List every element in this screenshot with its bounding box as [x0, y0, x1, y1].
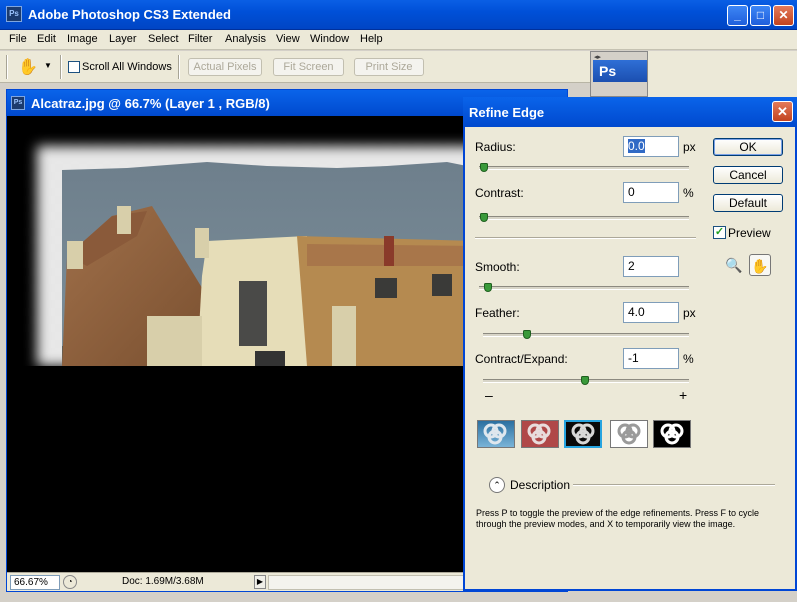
status-menu-arrow-icon[interactable]: ▶	[254, 575, 266, 589]
scroll-all-windows-label: Scroll All Windows	[82, 61, 172, 73]
menu-edit[interactable]: Edit	[37, 33, 56, 45]
description-divider	[573, 484, 775, 486]
feather-slider-thumb[interactable]	[523, 330, 531, 339]
tool-preset-dropdown-icon[interactable]: ▼	[44, 61, 52, 70]
radius-label: Radius:	[475, 140, 516, 154]
radius-slider-track[interactable]	[479, 166, 689, 170]
description-label: Description	[510, 478, 571, 492]
menu-filter[interactable]: Filter	[188, 33, 212, 45]
menu-image[interactable]: Image	[67, 33, 98, 45]
menu-select[interactable]: Select	[148, 33, 179, 45]
close-button[interactable]: ✕	[773, 5, 794, 26]
contrast-field[interactable]: 0	[623, 182, 679, 203]
radius-slider-thumb[interactable]	[480, 163, 488, 172]
feather-field[interactable]: 4.0	[623, 302, 679, 323]
smooth-label: Smooth:	[475, 260, 520, 274]
maximize-button[interactable]: □	[750, 5, 771, 26]
contract-expand-slider-thumb[interactable]	[581, 376, 589, 385]
smooth-slider-thumb[interactable]	[484, 283, 492, 292]
panel-ps-tab[interactable]: Ps	[593, 60, 647, 82]
status-options-icon[interactable]: ◔	[63, 575, 77, 589]
menu-view[interactable]: View	[276, 33, 300, 45]
app-titlebar: Ps Adobe Photoshop CS3 Extended _ □ ✕	[0, 0, 797, 30]
divider	[178, 55, 180, 79]
minimize-button[interactable]: _	[727, 5, 748, 26]
menu-bar: File Edit Image Layer Select Filter Anal…	[0, 30, 797, 50]
feather-slider-track[interactable]	[483, 333, 689, 337]
photoshop-icon: Ps	[6, 6, 22, 22]
actual-pixels-button[interactable]: Actual Pixels	[188, 58, 262, 76]
dialog-title: Refine Edge	[469, 105, 545, 120]
menu-layer[interactable]: Layer	[109, 33, 137, 45]
refine-edge-dialog: Refine Edge ✕ Radius: 0.0 px Contrast: 0…	[463, 97, 797, 591]
minus-label: –	[485, 387, 493, 403]
plus-label: +	[679, 387, 688, 403]
smooth-slider-track[interactable]	[479, 286, 689, 290]
zoom-tool-icon[interactable]: 🔍	[723, 254, 745, 276]
contract-expand-unit: %	[683, 352, 694, 366]
hand-tool-icon[interactable]: ✋	[749, 254, 771, 276]
menu-window[interactable]: Window	[310, 33, 349, 45]
section-divider	[475, 237, 696, 239]
contract-expand-field[interactable]: -1	[623, 348, 679, 369]
preview-checkbox[interactable]: ✓	[713, 226, 726, 239]
radius-unit: px	[683, 140, 696, 154]
divider	[60, 55, 62, 79]
feather-label: Feather:	[475, 306, 520, 320]
options-bar: ✋ ▼ Scroll All Windows Actual Pixels Fit…	[0, 51, 590, 83]
contract-expand-label: Contract/Expand:	[475, 352, 568, 366]
dialog-titlebar[interactable]: Refine Edge ✕	[463, 97, 797, 127]
document-icon: Ps	[11, 96, 25, 110]
description-text: Press P to toggle the preview of the edg…	[476, 508, 759, 529]
panel-dock: ◂▸ Ps	[590, 51, 648, 97]
radius-value: 0.0	[628, 139, 645, 153]
zoom-level-field[interactable]: 66.67%	[10, 575, 60, 590]
radius-field[interactable]: 0.0	[623, 136, 679, 157]
cancel-button[interactable]: Cancel	[713, 166, 783, 184]
fit-screen-button[interactable]: Fit Screen	[273, 58, 344, 76]
dialog-close-button[interactable]: ✕	[772, 101, 793, 122]
preview-mode-icons	[483, 423, 684, 445]
document-title: Alcatraz.jpg @ 66.7% (Layer 1 , RGB/8)	[31, 96, 270, 111]
menu-help[interactable]: Help	[360, 33, 383, 45]
panel-area	[648, 51, 797, 98]
preview-label: Preview	[728, 226, 771, 240]
print-size-button[interactable]: Print Size	[354, 58, 424, 76]
ok-button[interactable]: OK	[713, 138, 783, 156]
default-button[interactable]: Default	[713, 194, 783, 212]
contrast-slider-thumb[interactable]	[480, 213, 488, 222]
feather-unit: px	[683, 306, 696, 320]
description-collapse-icon[interactable]: ⌃	[489, 477, 505, 493]
contrast-label: Contrast:	[475, 186, 524, 200]
app-title: Adobe Photoshop CS3 Extended	[28, 7, 231, 22]
photo-layer	[62, 162, 477, 366]
smooth-field[interactable]: 2	[623, 256, 679, 277]
document-size-info: Doc: 1.69M/3.68M	[122, 576, 204, 587]
menu-analysis[interactable]: Analysis	[225, 33, 266, 45]
options-grip	[6, 55, 8, 79]
scroll-all-windows-checkbox[interactable]	[68, 61, 80, 73]
contrast-slider-track[interactable]	[479, 216, 689, 220]
menu-file[interactable]: File	[9, 33, 27, 45]
contrast-unit: %	[683, 186, 694, 200]
hand-tool-icon[interactable]: ✋	[18, 57, 40, 77]
